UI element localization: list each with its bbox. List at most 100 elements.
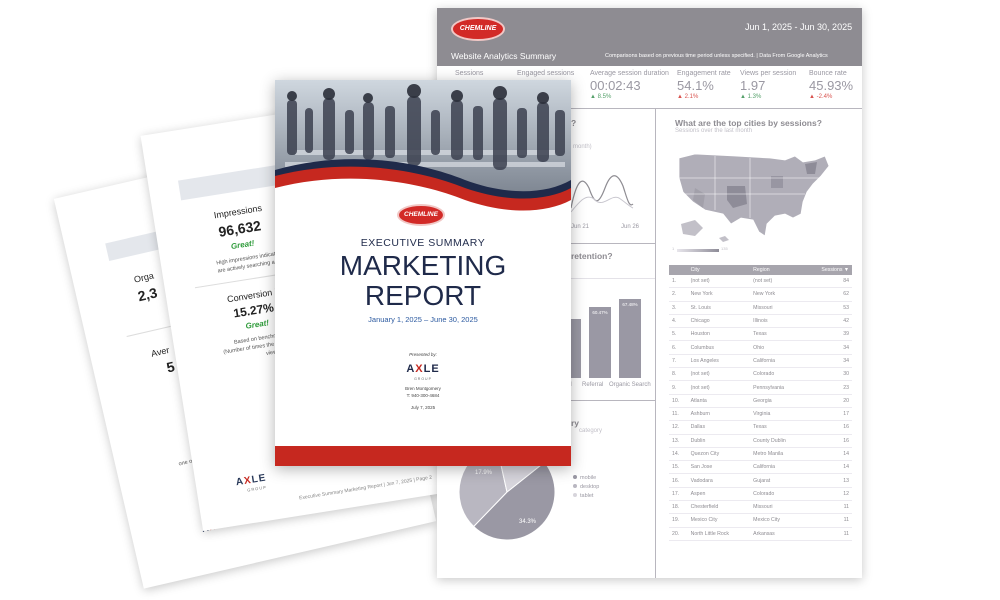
impressions-value: 96,632	[217, 217, 263, 240]
row-city: Vadodara	[687, 473, 751, 488]
kpi-views-delta: ▲ 1.3%	[740, 94, 762, 100]
kpi-duration-value: 00:02:43	[590, 78, 641, 93]
row-city: Houston	[687, 327, 751, 342]
hawaii-shape	[719, 236, 729, 242]
table-row: 3. St. Louis Missouri 53	[669, 301, 852, 315]
kpi-engagement-value: 54.1%	[677, 78, 714, 93]
col-rank	[669, 265, 688, 275]
map-legend-bar	[677, 249, 719, 252]
cover-title-line-1: MARKETING	[339, 250, 507, 281]
column-divider	[655, 108, 656, 578]
legend-label: tablet	[580, 493, 594, 499]
row-rank: 11.	[669, 407, 688, 422]
table-row: 17. Aspen Colorado 12	[669, 487, 852, 502]
dashboard-subtitle: Comparisons based on previous time perio…	[605, 53, 828, 59]
legend-dot	[573, 475, 577, 479]
row-city: (not set)	[687, 275, 751, 289]
device-panel-title: ry	[571, 418, 580, 428]
table-row: 20. North Little Rock Arkansas 11	[669, 527, 852, 541]
table-row: 6. Columbus Ohio 34	[669, 340, 852, 355]
device-panel-sub: category	[579, 428, 603, 434]
table-header-row: City Region Sessions ▼	[669, 265, 852, 275]
table-row: 16. Vadodara Gujarat 13	[669, 473, 852, 488]
legend-dot	[573, 493, 577, 497]
pie-label: 17.9%	[475, 470, 493, 476]
author-phone: T: 940-300-4684	[406, 393, 440, 398]
bar-value-label: 67.48%	[622, 302, 638, 307]
legend-label: mobile	[580, 475, 597, 481]
row-sessions: 12	[804, 487, 852, 502]
agency-logo: AXLE	[406, 363, 440, 375]
line-panel-title: ?	[571, 118, 577, 128]
row-sessions: 34	[804, 340, 852, 355]
row-region: Ohio	[750, 340, 805, 355]
cover-title-line-2: REPORT	[364, 280, 482, 311]
row-sessions: 23	[804, 380, 852, 395]
row-sessions: 17	[804, 407, 852, 422]
row-region: New York	[750, 287, 805, 302]
table-row: 9. (not set) Pennsylvania 23	[669, 380, 852, 395]
row-city: St. Louis	[687, 301, 751, 315]
report-date: July 7, 2025	[410, 405, 436, 410]
row-sessions: 11	[804, 513, 852, 528]
row-region: Texas	[750, 327, 805, 342]
row-region: Missouri	[750, 500, 805, 515]
conversion-label: Conversion R	[226, 285, 282, 305]
kpi-views-value: 1.97	[740, 78, 766, 93]
legend-item-mobile: mobile	[573, 474, 599, 483]
row-region: Colorado	[750, 367, 805, 382]
row-region: Colorado	[750, 487, 805, 502]
row-region: Virginia	[750, 407, 805, 422]
map-panel-sub: Sessions over the last month	[675, 128, 753, 134]
row-rank: 7.	[669, 354, 688, 369]
cities-table: City Region Sessions ▼ 1. (not set) (not s…	[669, 265, 852, 541]
row-city: Dublin	[687, 434, 751, 448]
row-region: Arkansas	[750, 527, 805, 541]
row-city: Mexico City	[687, 513, 751, 528]
col-region[interactable]: Region	[750, 265, 805, 275]
cover-footer-band	[275, 446, 571, 466]
retention-bar	[589, 307, 611, 378]
row-city: Chesterfield	[687, 500, 751, 515]
legend-dot	[573, 484, 577, 488]
map-panel-title: What are the top cities by sessions?	[675, 118, 822, 128]
col-sessions[interactable]: Sessions ▼	[804, 265, 852, 275]
row-rank: 13.	[669, 434, 688, 448]
metric-label-2: Aver	[150, 344, 171, 359]
row-region: Metro Manila	[750, 447, 805, 462]
state-highlight	[805, 162, 817, 174]
row-city: New York	[687, 287, 751, 302]
row-sessions: 39	[804, 327, 852, 342]
row-sessions: 11	[804, 500, 852, 515]
row-city: Chicago	[687, 314, 751, 329]
row-rank: 17.	[669, 487, 688, 502]
author-name: Bren Montgomery	[405, 386, 441, 391]
kpi-engagement-delta: ▲ 2.1%	[677, 94, 699, 100]
row-city: San Jose	[687, 460, 751, 475]
legend-item-desktop: desktop	[573, 483, 599, 492]
table-row: 13. Dublin County Dublin 16	[669, 434, 852, 448]
sessions-line-chart	[570, 175, 634, 213]
alaska-shape	[681, 220, 703, 236]
kpi-engagement-label: Engagement rate	[677, 70, 731, 77]
row-rank: 9.	[669, 380, 688, 395]
row-rank: 15.	[669, 460, 688, 475]
row-city: (not set)	[687, 380, 751, 395]
metric-value-2: 5	[164, 358, 177, 376]
line-tick: Jun 26	[621, 224, 640, 230]
row-region: California	[750, 460, 805, 475]
row-rank: 5.	[669, 327, 688, 342]
kpi-sessions-label: Sessions	[455, 70, 484, 77]
row-rank: 16.	[669, 473, 688, 488]
row-city: Columbus	[687, 340, 751, 355]
retention-panel-title: retention?	[571, 251, 613, 261]
chemline-logo: CHEMLINE	[451, 17, 505, 41]
row-region: Illinois	[750, 314, 805, 329]
chemline-logo: CHEMLINE	[397, 204, 445, 226]
col-city[interactable]: City	[687, 265, 751, 275]
table-row: 10. Atlanta Georgia 20	[669, 394, 852, 408]
series-line	[570, 196, 634, 213]
row-city: North Little Rock	[687, 527, 751, 541]
date-range: Jun 1, 2025 - Jun 30, 2025	[745, 22, 853, 32]
row-city: Atlanta	[687, 394, 751, 408]
